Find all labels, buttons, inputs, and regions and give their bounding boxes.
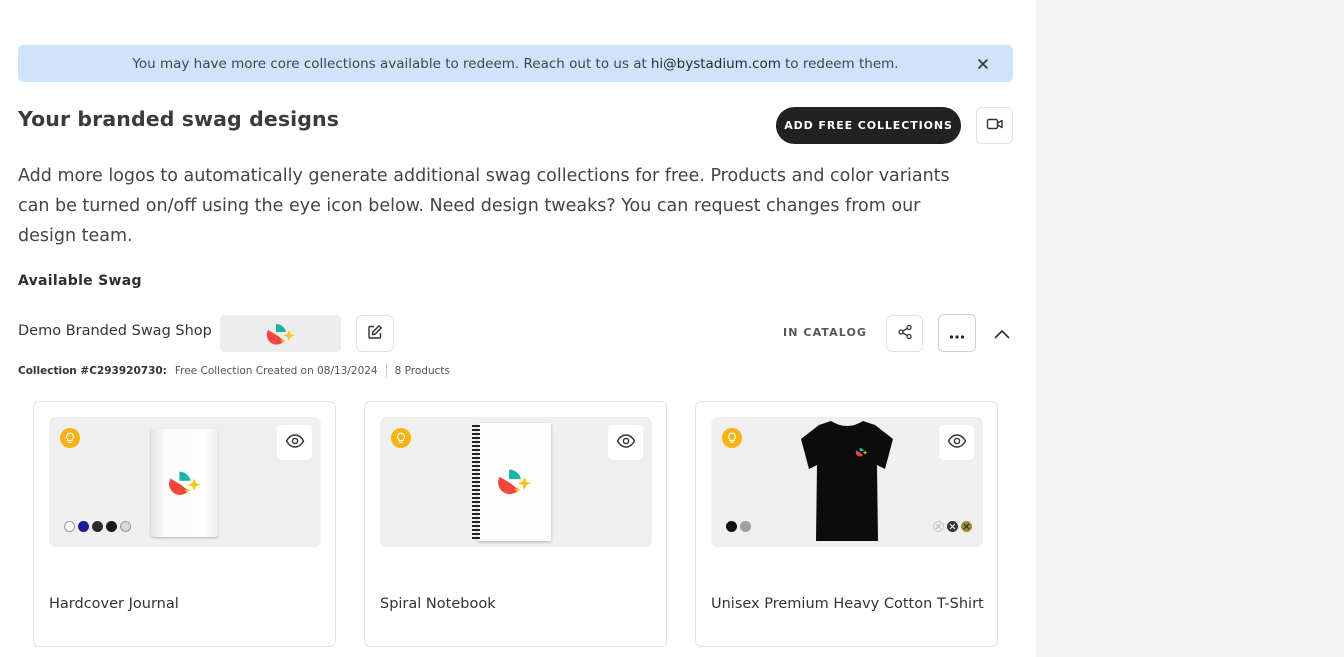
product-image [49, 417, 321, 547]
disabled-swatch-icon[interactable] [961, 521, 972, 532]
spiral-binding [472, 425, 480, 539]
product-name: Hardcover Journal [49, 596, 179, 612]
divider [385, 364, 387, 378]
add-free-collections-button[interactable]: ADD FREE COLLECTIONS [776, 107, 961, 144]
product-image [380, 417, 652, 547]
more-horizontal-icon [949, 324, 965, 343]
color-swatch[interactable] [726, 521, 737, 532]
shop-name: Demo Branded Swag Shop [18, 323, 212, 339]
color-swatch[interactable] [64, 521, 75, 532]
share-button[interactable] [886, 315, 923, 352]
product-card[interactable]: Spiral Notebook [364, 401, 667, 647]
visibility-toggle[interactable] [608, 425, 643, 460]
disabled-swatches [933, 521, 972, 532]
collection-created: Free Collection Created on 08/13/2024 [174, 365, 378, 377]
disabled-swatch-icon[interactable] [933, 521, 944, 532]
main-content: You may have more core collections avail… [0, 0, 1036, 657]
product-count: 8 Products [394, 365, 450, 377]
collection-id: Collection #C293920730: [18, 365, 167, 377]
banner-text-end: to redeem them. [784, 55, 899, 72]
color-swatch[interactable] [106, 521, 117, 532]
tshirt-image [801, 421, 893, 541]
share-icon [897, 324, 913, 344]
product-name: Spiral Notebook [380, 596, 496, 612]
page-title: Your branded swag designs [18, 107, 340, 131]
product-image [711, 417, 983, 547]
color-swatch[interactable] [78, 521, 89, 532]
color-swatch[interactable] [92, 521, 103, 532]
eye-icon [285, 433, 305, 452]
visibility-toggle[interactable] [939, 425, 974, 460]
banner-text-start: You may have more core collections avail… [132, 55, 647, 72]
page-description: Add more logos to automatically generate… [18, 166, 950, 246]
notebook-image [472, 423, 551, 541]
close-icon[interactable] [975, 56, 991, 72]
info-banner: You may have more core collections avail… [18, 45, 1013, 82]
more-options-button[interactable] [938, 314, 976, 352]
product-card[interactable]: Hardcover Journal [33, 401, 336, 647]
video-button[interactable] [976, 107, 1013, 144]
collection-logo [220, 315, 341, 352]
edit-icon [367, 324, 383, 344]
lightbulb-icon [391, 428, 411, 448]
product-name: Unisex Premium Heavy Cotton T-Shirt [711, 596, 984, 612]
visibility-toggle[interactable] [277, 425, 312, 460]
color-swatch[interactable] [740, 521, 751, 532]
video-camera-icon [986, 116, 1004, 135]
chevron-up-icon [994, 324, 1010, 343]
lightbulb-icon [722, 428, 742, 448]
color-swatch[interactable] [120, 521, 131, 532]
banner-email-link[interactable]: hi@bystadium.com [651, 56, 781, 72]
color-swatches [64, 521, 131, 532]
journal-image [151, 429, 218, 537]
product-card[interactable]: Unisex Premium Heavy Cotton T-Shirt [695, 401, 998, 647]
eye-icon [616, 433, 636, 452]
lightbulb-icon [60, 428, 80, 448]
disabled-swatch-icon[interactable] [947, 521, 958, 532]
color-swatches [726, 521, 751, 532]
edit-collection-button[interactable] [356, 315, 394, 352]
collapse-button[interactable] [991, 322, 1013, 344]
status-badge: IN CATALOG [783, 326, 868, 339]
section-label: Available Swag [18, 273, 142, 289]
collection-meta: Collection #C293920730: Free Collection … [18, 364, 450, 378]
eye-icon [947, 433, 967, 452]
